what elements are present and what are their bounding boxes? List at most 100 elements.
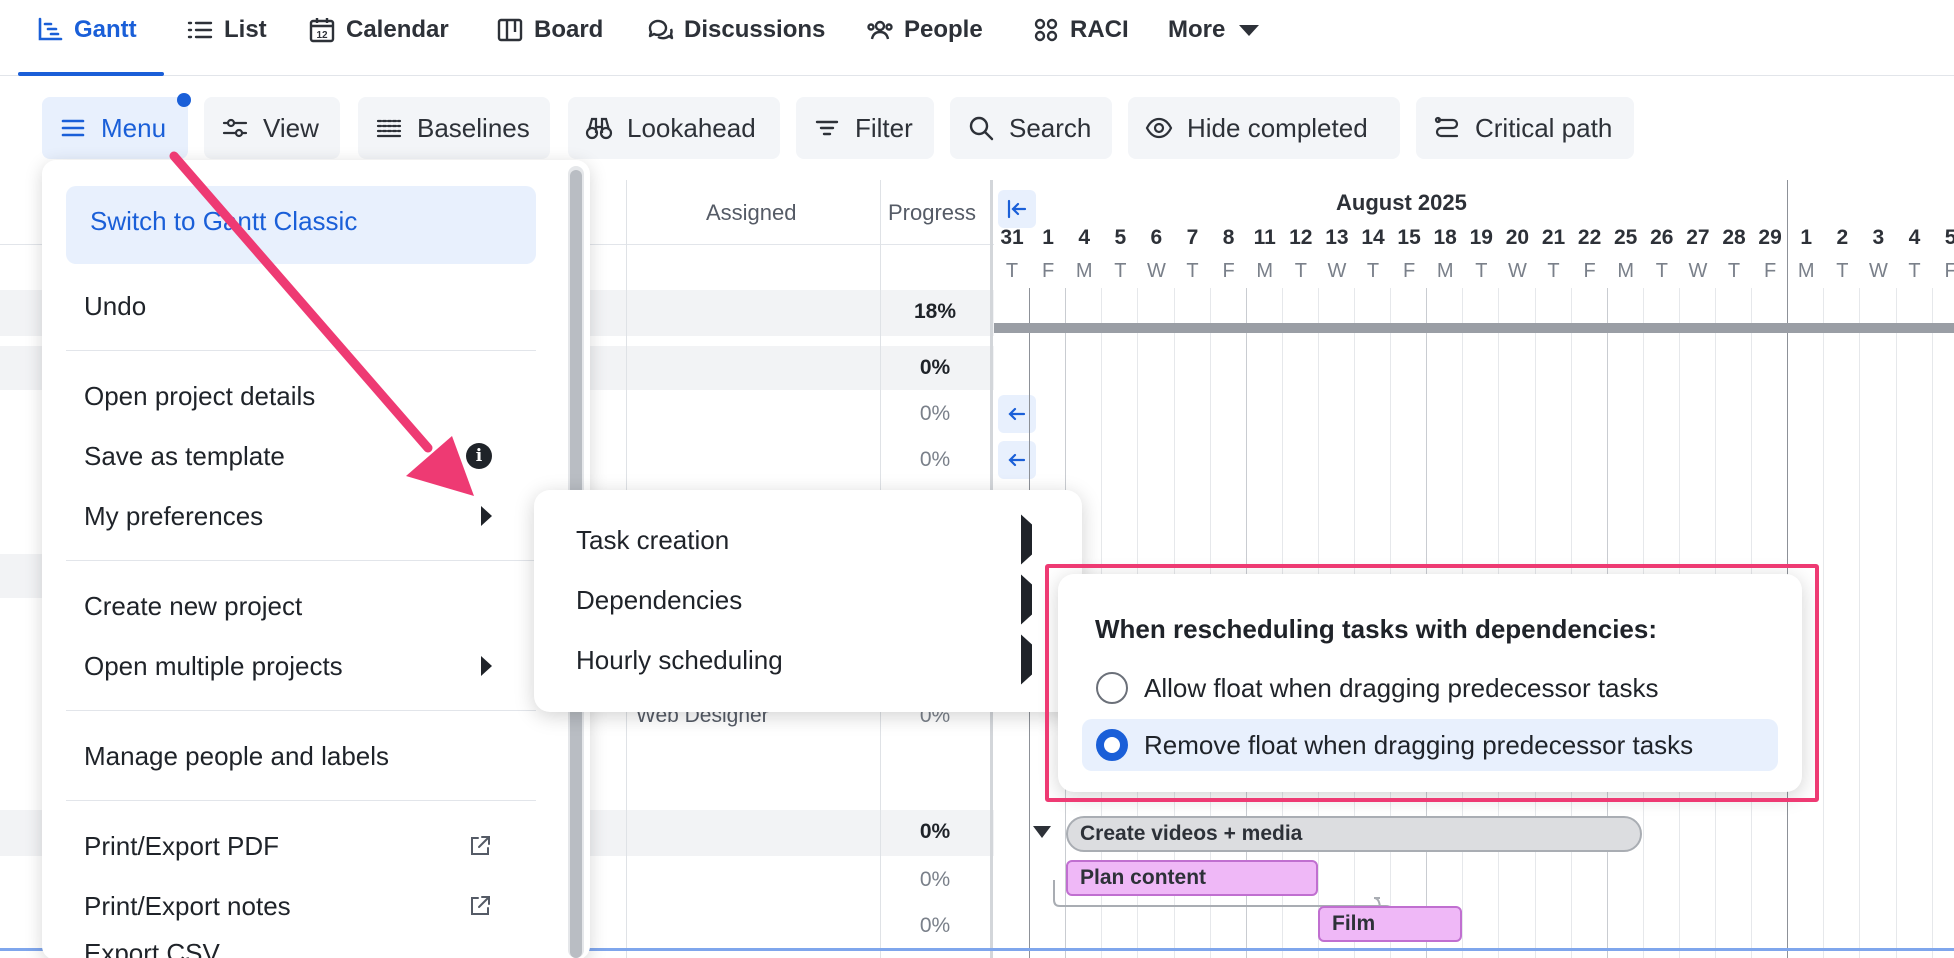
task-bar-plan-content[interactable]: Plan content [1066,860,1318,896]
baselines-icon [376,119,402,138]
tab-discussions-label: Discussions [684,16,826,43]
hide-completed-button-label: Hide completed [1187,112,1368,143]
top-navigation: Gantt List 12 Calendar Board Discussions… [0,0,1954,76]
submenu-arrow-icon [1021,634,1032,685]
switch-to-gantt-classic-label: Switch to Gantt Classic [90,206,358,236]
progress-cell: 18% [913,300,957,323]
menu-item-label: Open project details [84,380,316,411]
hamburger-icon [61,119,85,137]
menu-item-save-as-template[interactable]: Save as template i [42,430,512,482]
column-header-progress[interactable]: Progress [888,200,976,226]
tab-more-label: More [1168,16,1226,43]
tab-people-label: People [904,16,983,43]
critical-path-icon [1434,116,1459,138]
menu-item-open-multiple-projects[interactable]: Open multiple projects [42,640,512,692]
tab-people[interactable]: People [866,10,983,50]
tab-board-label: Board [534,16,604,43]
tab-more[interactable]: More [1168,10,1263,50]
tab-calendar[interactable]: 12 Calendar [308,10,449,50]
menu-item-label: Undo [84,290,147,321]
tab-gantt[interactable]: Gantt [36,10,137,50]
menu-item-label: Print/Export notes [84,890,291,921]
tab-list-label: List [224,16,267,43]
eye-icon [1145,117,1173,139]
menu-item-undo[interactable]: Undo [42,280,512,332]
view-button-label: View [263,112,319,143]
filter-button[interactable]: Filter [796,97,934,159]
tab-board[interactable]: Board [496,10,603,50]
submenu-item-hourly-scheduling[interactable]: Hourly scheduling [576,634,1046,686]
calendar-icon-digit: 12 [316,30,328,41]
menu-item-create-new-project[interactable]: Create new project [42,580,512,632]
menu-item-manage-people-labels[interactable]: Manage people and labels [42,730,512,782]
tab-raci[interactable]: RACI [1032,10,1129,50]
tab-raci-label: RACI [1070,16,1129,43]
submenu-arrow-icon [1021,514,1032,565]
submenu-arrow-icon [481,656,492,676]
calendar-icon: 12 [309,18,335,43]
filter-button-label: Filter [855,112,913,143]
menu-item-print-export-notes[interactable]: Print/Export notes [42,880,512,932]
progress-cell: 0% [919,356,951,379]
menu-button[interactable]: Menu [42,97,188,159]
submenu-item-dependencies[interactable]: Dependencies [576,574,1046,626]
progress-cell: 0% [919,868,951,891]
menu-item-label: Export CSV [84,938,220,958]
menu-item-label: Create new project [84,590,303,621]
menu-item-label: Open multiple projects [84,650,343,681]
baselines-button[interactable]: Baselines [358,97,550,159]
tab-gantt-label: Gantt [74,16,137,43]
notification-dot [177,93,191,107]
task-bar-label: Plan content [1080,866,1207,889]
hide-completed-button[interactable]: Hide completed [1128,97,1400,159]
external-link-icon [471,836,490,855]
menu-item-label: Print/Export PDF [84,830,280,861]
menu-item-open-project-details[interactable]: Open project details [42,370,512,422]
filter-icon [815,120,839,136]
search-icon [969,116,994,141]
progress-cell: 0% [919,820,951,843]
menu-item-print-export-pdf[interactable]: Print/Export PDF [42,820,512,872]
board-icon [497,18,523,42]
progress-cell: 0% [919,914,951,937]
lookahead-button-label: Lookahead [627,112,756,143]
search-button-label: Search [1009,112,1092,143]
critical-path-button-label: Critical path [1475,112,1613,143]
caret-down-icon [1239,25,1260,36]
tab-discussions[interactable]: Discussions [646,10,825,50]
submenu-arrow-icon [1021,574,1032,625]
active-tab-indicator [18,72,164,76]
column-header-assigned[interactable]: Assigned [706,200,797,226]
menu-item-label: My preferences [84,500,264,531]
discussions-icon [648,19,674,40]
tab-list[interactable]: List [186,10,267,50]
submenu-item-task-creation[interactable]: Task creation [576,514,1046,566]
search-button[interactable]: Search [950,97,1112,159]
menu-item-export-csv[interactable]: Export CSV [42,938,512,958]
info-icon[interactable]: i [466,443,492,469]
external-link-icon [471,896,490,915]
task-bar-label: Film [1332,912,1376,935]
people-icon [867,20,893,40]
submenu-item-label: Dependencies [576,584,743,615]
view-button[interactable]: View [204,97,340,159]
menu-button-label: Menu [101,112,167,143]
submenu-arrow-icon [481,506,492,526]
sliders-icon [222,118,248,138]
menu-item-label: Save as template [84,440,285,471]
annotation-highlight-box [1045,564,1819,802]
menu-item-my-preferences[interactable]: My preferences [42,490,512,542]
baselines-button-label: Baselines [417,112,530,143]
tab-calendar-label: Calendar [346,16,449,43]
progress-cell: 0% [919,402,951,425]
menu-item-label: Manage people and labels [84,740,390,771]
raci-icon [1034,18,1058,42]
task-bar-film[interactable]: Film [1318,906,1462,942]
lookahead-button[interactable]: Lookahead [568,97,780,159]
submenu-item-label: Hourly scheduling [576,644,783,675]
binoculars-icon [585,117,613,140]
gantt-icon [38,17,63,41]
list-icon [187,21,213,39]
progress-cell: 0% [919,448,951,471]
critical-path-button[interactable]: Critical path [1416,97,1634,159]
